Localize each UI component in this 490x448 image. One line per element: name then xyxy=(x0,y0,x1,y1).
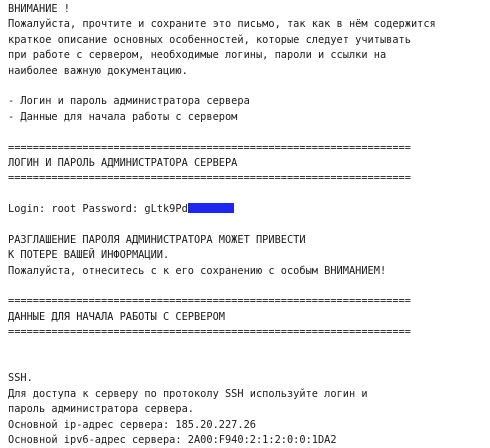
admin-warning-line-1: РАЗГЛАШЕНИЕ ПАРОЛЯ АДМИНИСТРАТОРА МОЖЕТ … xyxy=(8,233,306,246)
credentials-line: Login: root Password: gLtk9Pd xyxy=(8,202,488,217)
intro-line-1: Пожалуйста, прочтите и сохраните это пис… xyxy=(8,18,436,31)
separator: ========================================… xyxy=(8,172,411,185)
toc-item-admin: - Логин и пароль администратора сервера xyxy=(8,95,250,108)
server-ip-line[interactable]: Основной ip-адрес сервера: 185.20.227.26 xyxy=(8,418,488,433)
separator: ========================================… xyxy=(8,141,411,154)
intro-line-4: наиболее важную документацию. xyxy=(8,64,188,77)
separator: ========================================… xyxy=(8,326,411,339)
section-heading-start: ДАННЫЕ ДЛЯ НАЧАЛА РАБОТЫ С СЕРВЕРОМ xyxy=(8,310,225,323)
section-heading-admin: ЛОГИН И ПАРОЛЬ АДМИНИСТРАТОРА СЕРВЕРА xyxy=(8,156,238,169)
warning-title: ВНИМАНИЕ ! xyxy=(8,3,70,15)
email-body: ВНИМАНИЕ ! Пожалуйста, прочтите и сохран… xyxy=(8,2,488,448)
intro-line-2: краткое описание основных особенностей, … xyxy=(8,33,411,46)
ssh-title: SSH. xyxy=(8,372,33,385)
ssh-line-2: пароль администратора сервера. xyxy=(8,403,194,416)
toc-item-start: - Данные для начала работы с сервером xyxy=(8,110,238,123)
separator: ========================================… xyxy=(8,295,411,308)
redaction-mark xyxy=(187,203,234,214)
credentials-text: Login: root Password: gLtk9Pd xyxy=(8,203,188,216)
admin-warning-line-2: К ПОТЕРЕ ВАШЕЙ ИНФОРМАЦИИ. xyxy=(8,249,170,262)
ssh-line-1: Для доступа к серверу по протоколу SSH и… xyxy=(8,387,368,400)
admin-warning-line-3: Пожалуйста, отнеситесь с к его сохранени… xyxy=(8,264,387,277)
intro-line-3: при работе с сервером, необходимые логин… xyxy=(8,49,387,62)
server-ipv6-line[interactable]: Основной ipv6-адрес сервера: 2A00:F940:2… xyxy=(8,433,488,448)
